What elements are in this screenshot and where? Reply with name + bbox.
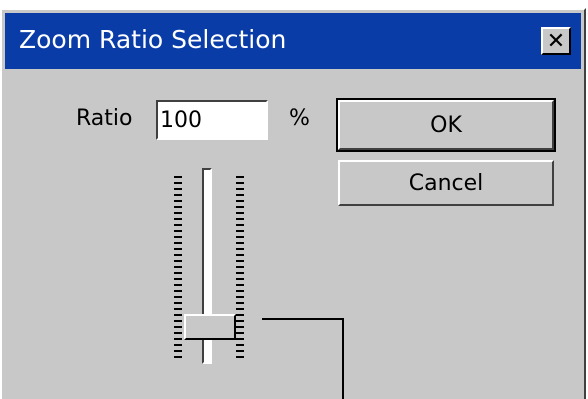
ok-button-label: OK — [430, 112, 462, 138]
callout-line-vertical — [342, 318, 344, 399]
close-icon: ✕ — [546, 28, 566, 53]
callout-line — [262, 318, 344, 320]
ratio-label: Ratio — [76, 106, 133, 131]
zoom-ratio-dialog: Zoom Ratio Selection ✕ Ratio % OK Cancel — [0, 8, 586, 399]
title-bar[interactable]: Zoom Ratio Selection ✕ — [5, 13, 581, 69]
ratio-input[interactable] — [156, 100, 268, 140]
slider-thumb[interactable] — [184, 314, 236, 341]
slider-ticks-left — [174, 176, 182, 358]
zoom-slider[interactable] — [162, 160, 262, 370]
close-button[interactable]: ✕ — [541, 27, 571, 55]
percent-unit-label: % — [289, 106, 310, 131]
window-title: Zoom Ratio Selection — [19, 25, 287, 54]
cancel-button-label: Cancel — [408, 170, 484, 196]
ok-button[interactable]: OK — [336, 98, 556, 152]
slider-ticks-right — [236, 176, 244, 358]
cancel-button[interactable]: Cancel — [338, 160, 554, 206]
